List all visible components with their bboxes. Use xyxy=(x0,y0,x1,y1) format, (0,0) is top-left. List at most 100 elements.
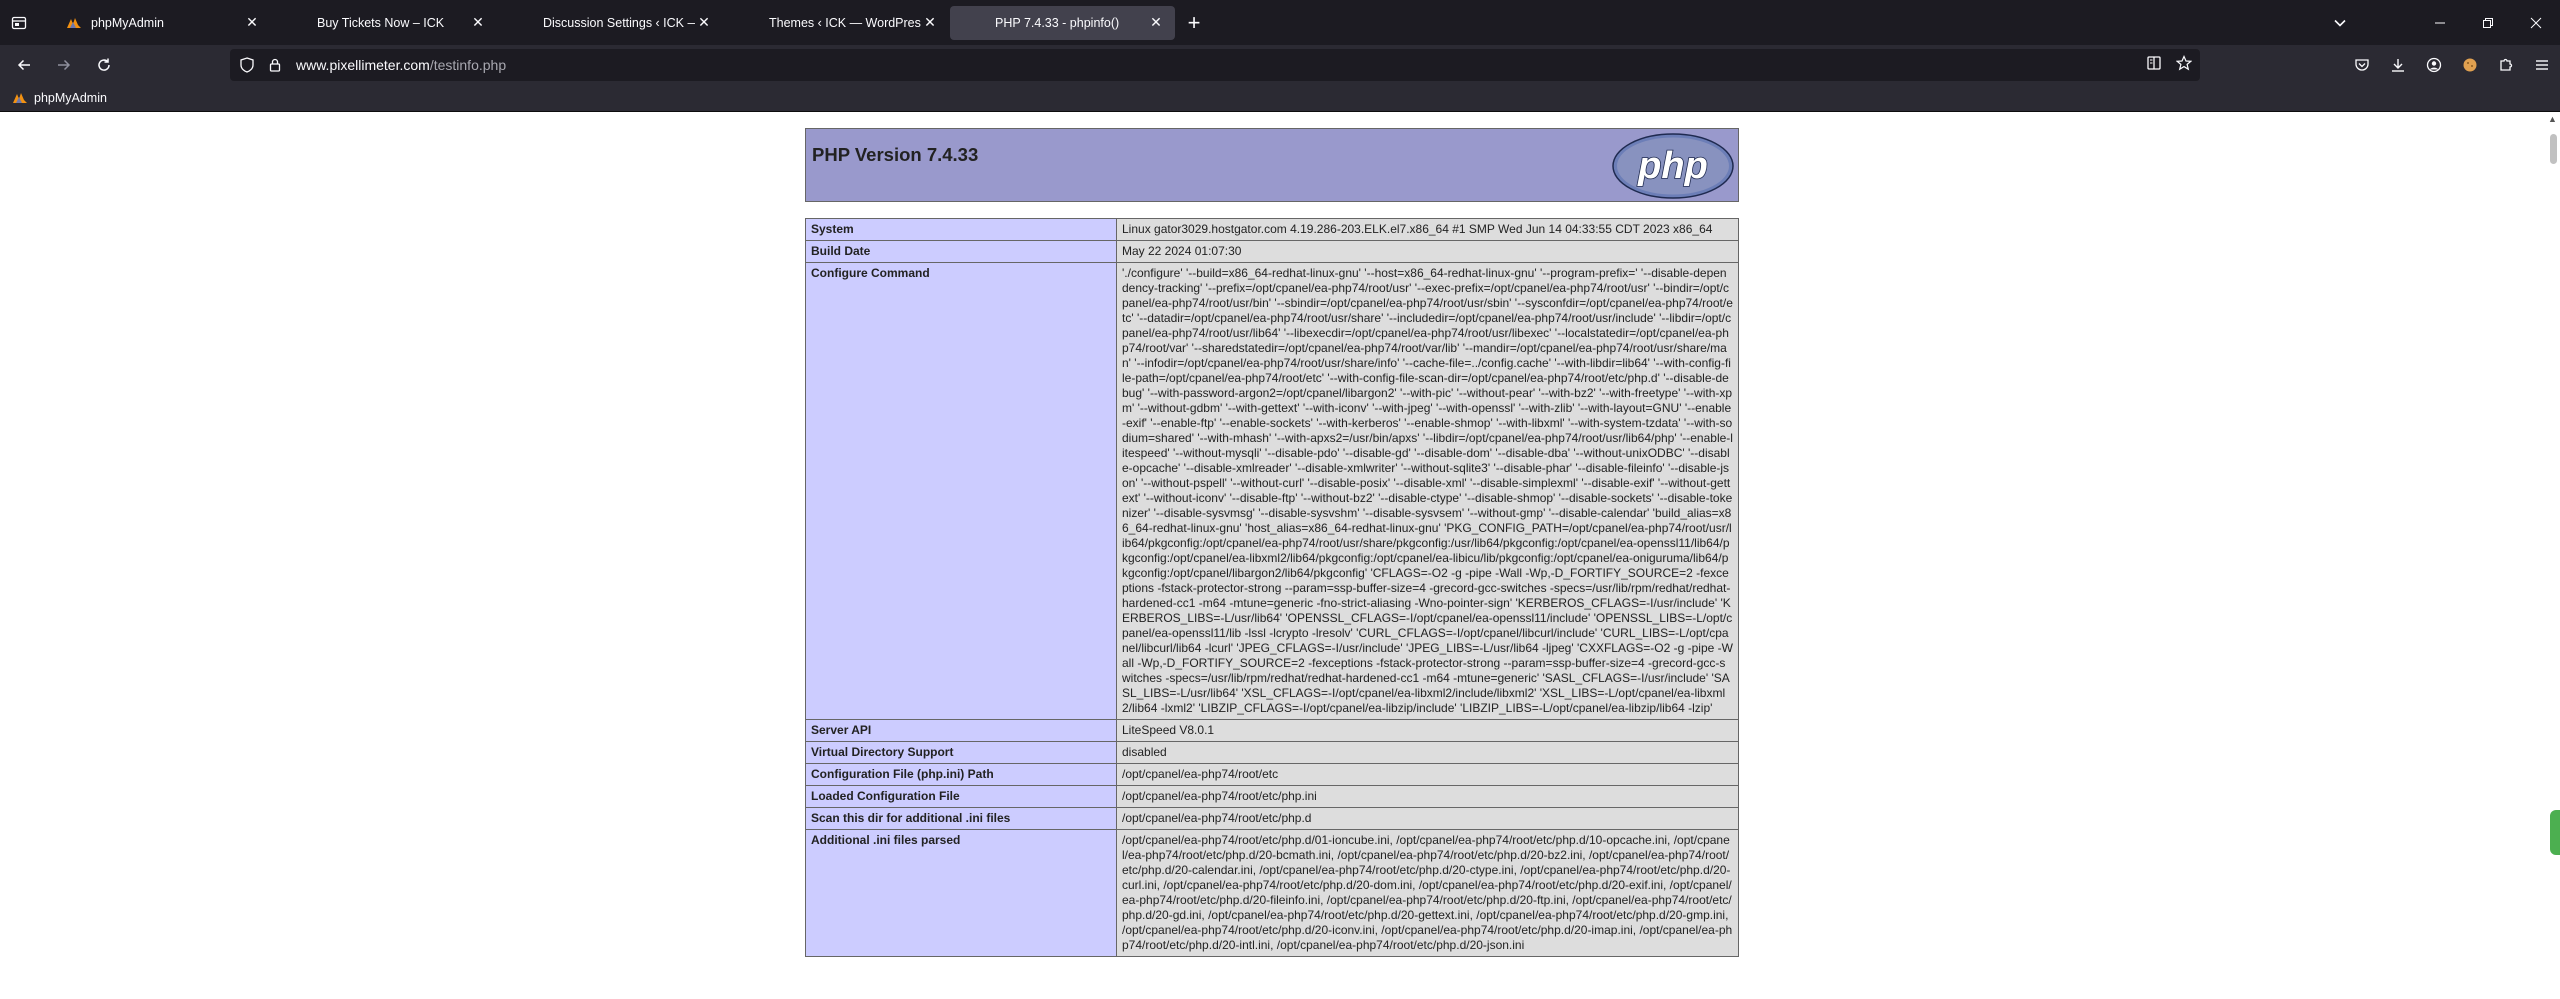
tab-strip: phpMyAdmin ✕ Buy Tickets Now – ICK ✕ Dis… xyxy=(0,0,2560,45)
new-tab-button[interactable]: + xyxy=(1176,6,1212,40)
reload-icon xyxy=(98,58,110,71)
extension-button[interactable] xyxy=(2452,49,2488,81)
bookmark-star-icon[interactable] xyxy=(2175,54,2193,76)
scrollbar-thumb[interactable] xyxy=(2550,134,2557,164)
table-row: System Linux gator3029.hostgator.com 4.1… xyxy=(805,218,1739,241)
account-button[interactable] xyxy=(2416,49,2452,81)
table-row: Loaded Configuration File /opt/cpanel/ea… xyxy=(805,785,1739,808)
cookie-extension-icon xyxy=(2463,58,2477,72)
phpinfo-header: PHP Version 7.4.33 php xyxy=(805,128,1739,202)
account-icon xyxy=(2426,57,2442,73)
tab-label: Buy Tickets Now – ICK xyxy=(317,15,445,30)
downloads-button[interactable] xyxy=(2380,49,2416,81)
tab-phpinfo[interactable]: PHP 7.4.33 - phpinfo() ✕ xyxy=(950,5,1175,40)
row-key: Loaded Configuration File xyxy=(805,785,1117,808)
url-bar[interactable]: www.pixellimeter.com/testinfo.php xyxy=(230,49,2200,81)
info-table: System Linux gator3029.hostgator.com 4.1… xyxy=(805,218,1739,957)
forward-button[interactable] xyxy=(48,49,80,81)
navigation-toolbar: www.pixellimeter.com/testinfo.php xyxy=(0,45,2560,85)
pocket-icon xyxy=(2355,59,2369,71)
close-icon[interactable]: ✕ xyxy=(243,14,261,32)
blank-page-icon xyxy=(970,15,986,31)
row-key: Build Date xyxy=(805,240,1117,263)
url-domain: www.pixellimeter.com xyxy=(296,57,430,73)
tab-phpmyadmin[interactable]: phpMyAdmin ✕ xyxy=(46,6,271,40)
blank-page-icon xyxy=(292,15,308,31)
row-value: /opt/cpanel/ea-php74/root/etc/php.d xyxy=(1116,807,1739,830)
shield-icon[interactable] xyxy=(236,54,258,76)
restore-button[interactable] xyxy=(2464,0,2512,45)
minimize-button[interactable] xyxy=(2416,0,2464,45)
row-key: Additional .ini files parsed xyxy=(805,829,1117,957)
bookmark-phpmyadmin[interactable]: phpMyAdmin xyxy=(12,90,107,106)
download-icon xyxy=(2392,59,2404,72)
tab-label: phpMyAdmin xyxy=(91,15,164,30)
firefox-view-icon xyxy=(11,16,27,29)
back-button[interactable] xyxy=(8,49,40,81)
arrow-left-icon xyxy=(17,59,30,71)
close-icon[interactable]: ✕ xyxy=(695,14,713,32)
tab-discussion-settings[interactable]: Discussion Settings ‹ ICK — WordPr ✕ xyxy=(498,6,723,40)
reload-button[interactable] xyxy=(88,49,120,81)
url-text[interactable]: www.pixellimeter.com/testinfo.php xyxy=(296,57,506,73)
minimize-icon xyxy=(2435,22,2445,23)
close-icon[interactable]: ✕ xyxy=(921,14,939,32)
tab-buy-tickets[interactable]: Buy Tickets Now – ICK ✕ xyxy=(272,6,497,40)
sidebar-handle[interactable] xyxy=(2550,810,2560,855)
blank-page-icon xyxy=(518,15,534,31)
url-path: /testinfo.php xyxy=(429,57,507,73)
tab-themes[interactable]: Themes ‹ ICK — WordPress ✕ xyxy=(724,6,949,40)
hamburger-menu-icon xyxy=(2536,60,2548,70)
close-window-button[interactable] xyxy=(2512,0,2560,45)
row-key: Configuration File (php.ini) Path xyxy=(805,763,1117,786)
phpinfo-page: PHP Version 7.4.33 php System Linux gato… xyxy=(805,128,1739,957)
page-title: PHP Version 7.4.33 xyxy=(812,144,979,165)
row-value: /opt/cpanel/ea-php74/root/etc/php.ini xyxy=(1116,785,1739,808)
table-row: Server API LiteSpeed V8.0.1 xyxy=(805,719,1739,742)
puzzle-icon xyxy=(2500,58,2513,71)
blank-page-icon xyxy=(744,15,760,31)
row-value: LiteSpeed V8.0.1 xyxy=(1116,719,1739,742)
row-key: Server API xyxy=(805,719,1117,742)
table-row: Configuration File (php.ini) Path /opt/c… xyxy=(805,763,1739,786)
row-value: './configure' '--build=x86_64-redhat-lin… xyxy=(1116,262,1739,720)
table-row: Additional .ini files parsed /opt/cpanel… xyxy=(805,829,1739,957)
bookmark-label: phpMyAdmin xyxy=(34,91,107,105)
tab-label: PHP 7.4.33 - phpinfo() xyxy=(995,15,1120,30)
tab-label: Discussion Settings ‹ ICK — WordPr xyxy=(543,15,695,30)
lock-icon[interactable] xyxy=(264,54,286,76)
bookmarks-toolbar: phpMyAdmin xyxy=(0,85,2560,112)
php-logo-text: php xyxy=(1637,145,1708,187)
php-logo[interactable]: php xyxy=(1612,133,1734,199)
firefox-view-button[interactable] xyxy=(0,0,38,45)
pocket-button[interactable] xyxy=(2344,49,2380,81)
list-all-tabs-button[interactable] xyxy=(2316,0,2364,45)
row-key: System xyxy=(805,218,1117,241)
arrow-right-icon xyxy=(58,59,71,71)
extensions-button[interactable] xyxy=(2488,49,2524,81)
chevron-down-icon xyxy=(2334,19,2346,27)
tab-label: Themes ‹ ICK — WordPress xyxy=(769,15,921,30)
scroll-up-icon[interactable]: ▲ xyxy=(2548,114,2557,124)
row-value: disabled xyxy=(1116,741,1739,764)
reader-view-icon[interactable] xyxy=(2146,55,2162,76)
page-content: PHP Version 7.4.33 php System Linux gato… xyxy=(0,112,2560,999)
plus-icon: + xyxy=(1187,9,1201,35)
row-value: /opt/cpanel/ea-php74/root/etc/php.d/01-i… xyxy=(1116,829,1739,957)
close-icon[interactable]: ✕ xyxy=(1147,14,1165,32)
row-value: May 22 2024 01:07:30 xyxy=(1116,240,1739,263)
close-icon[interactable]: ✕ xyxy=(469,14,487,32)
table-row: Scan this dir for additional .ini files … xyxy=(805,807,1739,830)
row-key: Configure Command xyxy=(805,262,1117,720)
row-key: Scan this dir for additional .ini files xyxy=(805,807,1117,830)
restore-icon xyxy=(2483,17,2493,28)
row-key: Virtual Directory Support xyxy=(805,741,1117,764)
row-value: Linux gator3029.hostgator.com 4.19.286-2… xyxy=(1116,218,1739,241)
phpmyadmin-icon xyxy=(12,90,28,106)
close-icon xyxy=(2530,17,2542,28)
table-row: Configure Command './configure' '--build… xyxy=(805,262,1739,720)
app-menu-button[interactable] xyxy=(2524,49,2560,81)
table-row: Virtual Directory Support disabled xyxy=(805,741,1739,764)
table-row: Build Date May 22 2024 01:07:30 xyxy=(805,240,1739,263)
vertical-scrollbar[interactable]: ▲ xyxy=(2546,112,2560,999)
